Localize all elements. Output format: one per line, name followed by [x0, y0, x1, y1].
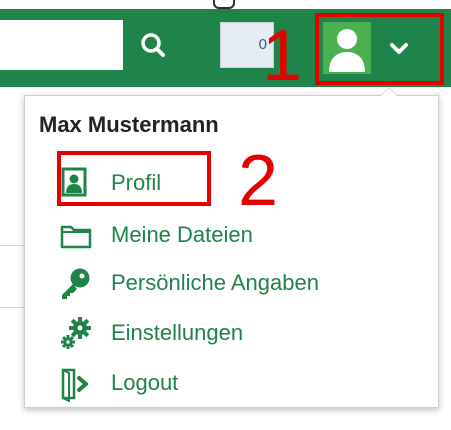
- user-dropdown-menu: Max Mustermann Profil Meine Dateien Pers…: [24, 87, 439, 408]
- menu-item-label: Persönliche Angaben: [111, 270, 319, 295]
- chevron-down-icon[interactable]: [384, 34, 414, 64]
- avatar[interactable]: [323, 22, 371, 74]
- search-input[interactable]: [0, 20, 123, 70]
- search-icon: [141, 33, 165, 57]
- top-strip-mark: [213, 0, 235, 9]
- annotation-step-1: 1: [262, 16, 303, 96]
- user-menu-trigger[interactable]: [315, 13, 444, 85]
- annotation-step-2: 2: [238, 141, 279, 221]
- menu-item-label: Logout: [111, 370, 179, 395]
- user-avatar-icon: [329, 29, 365, 72]
- search-button[interactable]: [123, 20, 183, 70]
- logout-icon: [59, 366, 91, 403]
- menu-item-label: Meine Dateien: [111, 222, 253, 247]
- key-icon: [59, 266, 91, 300]
- header-bar: 0: [0, 0, 451, 87]
- background-divider: [0, 245, 24, 246]
- top-strip: [0, 0, 451, 9]
- background-divider: [0, 307, 24, 308]
- folder-icon: [59, 218, 92, 252]
- user-name: Max Mustermann: [39, 112, 219, 137]
- annotation-highlight-profil: [57, 151, 211, 206]
- menu-item-label: Einstellungen: [111, 320, 244, 345]
- gears-icon: [59, 316, 91, 350]
